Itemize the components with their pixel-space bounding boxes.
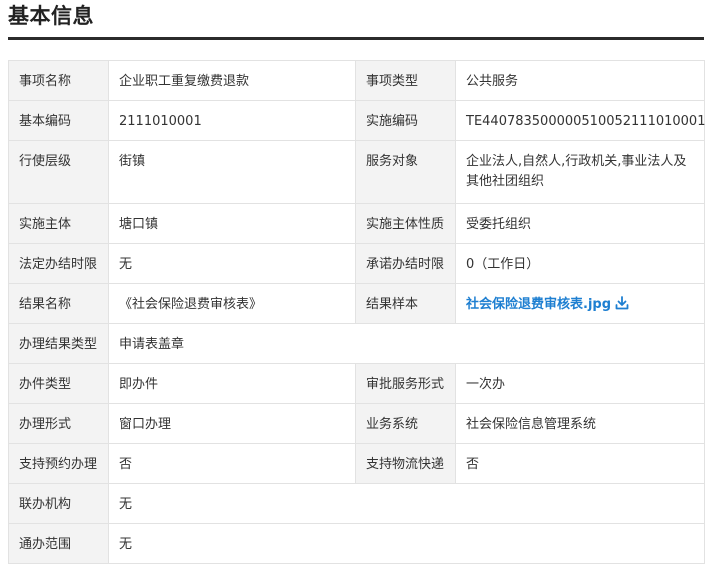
field-value: 街镇 [108,140,356,204]
basic-info-table: 事项名称 企业职工重复缴费退款 事项类型 公共服务 基本编码 211101000… [8,60,705,564]
field-label: 支持物流快递 [355,443,456,484]
field-label: 办理结果类型 [8,323,109,364]
table-row: 法定办结时限 无 承诺办结时限 0（工作日） [8,243,705,284]
field-label: 联办机构 [8,483,109,524]
field-label: 实施主体性质 [355,203,456,244]
field-label: 审批服务形式 [355,363,456,404]
field-value: 2111010001 [108,100,356,141]
field-value: 一次办 [455,363,705,404]
table-row: 支持预约办理 否 支持物流快递 否 [8,443,705,484]
field-label: 结果名称 [8,283,109,324]
field-value: 否 [455,443,705,484]
field-label: 法定办结时限 [8,243,109,284]
result-sample-filename[interactable]: 社会保险退费审核表.jpg [466,297,611,312]
field-value: 社会保险信息管理系统 [455,403,705,444]
field-label: 业务系统 [355,403,456,444]
field-value: 社会保险退费审核表.jpg [455,283,705,324]
field-value: 企业职工重复缴费退款 [108,60,356,101]
field-label: 结果样本 [355,283,456,324]
table-row: 办理形式 窗口办理 业务系统 社会保险信息管理系统 [8,403,705,444]
field-value: 即办件 [108,363,356,404]
field-value: 无 [108,483,705,524]
section-header: 基本信息 [8,0,704,42]
title-underline [8,37,704,40]
field-label: 通办范围 [8,523,109,564]
field-value: 窗口办理 [108,403,356,444]
field-label: 支持预约办理 [8,443,109,484]
section-title: 基本信息 [8,4,94,28]
download-icon[interactable] [615,296,629,310]
field-label: 事项类型 [355,60,456,101]
field-value: 无 [108,523,705,564]
field-label: 行使层级 [8,140,109,204]
field-value: 公共服务 [455,60,705,101]
table-row: 行使层级 街镇 服务对象 企业法人,自然人,行政机关,事业法人及其他社团组织 [8,140,705,204]
table-row: 基本编码 2111010001 实施编码 TE44078350000051005… [8,100,705,141]
field-value: 否 [108,443,356,484]
field-value: TE440783500000510052111010001 [455,100,705,141]
table-row: 实施主体 塘口镇 实施主体性质 受委托组织 [8,203,705,244]
table-row: 办理结果类型 申请表盖章 [8,323,705,364]
result-sample-link[interactable]: 社会保险退费审核表.jpg [466,296,629,312]
field-label: 服务对象 [355,140,456,204]
field-value: 企业法人,自然人,行政机关,事业法人及其他社团组织 [455,140,705,204]
field-value: 《社会保险退费审核表》 [108,283,356,324]
field-label: 办理形式 [8,403,109,444]
field-value: 申请表盖章 [108,323,705,364]
field-label: 办件类型 [8,363,109,404]
field-value: 塘口镇 [108,203,356,244]
field-label: 实施编码 [355,100,456,141]
field-value: 无 [108,243,356,284]
field-value: 受委托组织 [455,203,705,244]
field-label: 承诺办结时限 [355,243,456,284]
table-row: 通办范围 无 [8,523,705,564]
table-row: 办件类型 即办件 审批服务形式 一次办 [8,363,705,404]
field-value: 0（工作日） [455,243,705,284]
field-label: 事项名称 [8,60,109,101]
table-row: 事项名称 企业职工重复缴费退款 事项类型 公共服务 [8,60,705,101]
table-row: 结果名称 《社会保险退费审核表》 结果样本 社会保险退费审核表.jpg [8,283,705,324]
table-row: 联办机构 无 [8,483,705,524]
field-label: 基本编码 [8,100,109,141]
field-label: 实施主体 [8,203,109,244]
